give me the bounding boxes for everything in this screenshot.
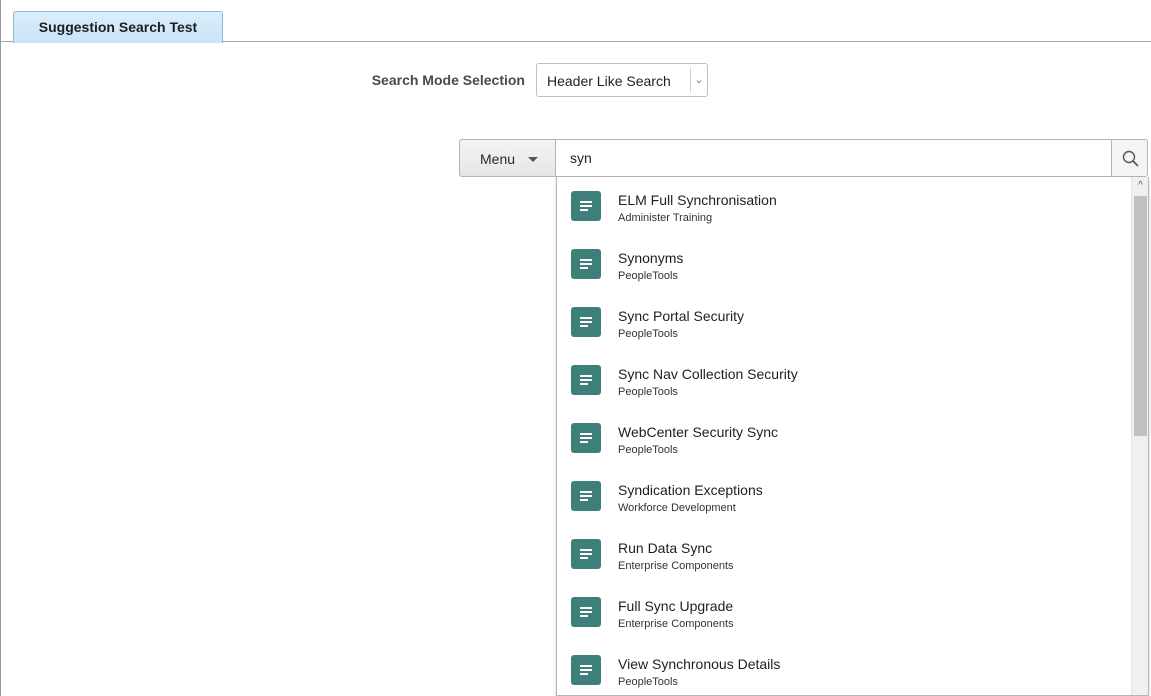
suggestion-subtitle: PeopleTools bbox=[618, 676, 678, 688]
suggestion-title: WebCenter Security Sync bbox=[618, 424, 779, 440]
suggestion-title: Synonyms bbox=[618, 250, 684, 266]
search-icon bbox=[1122, 150, 1139, 167]
search-mode-label: Search Mode Selection bbox=[371, 72, 525, 88]
menu-item-icon bbox=[571, 481, 601, 511]
suggestion-title: Run Data Sync bbox=[618, 540, 713, 556]
menu-item-icon bbox=[571, 539, 601, 569]
menu-item-icon bbox=[571, 249, 601, 279]
search-mode-select[interactable]: Header Like Search ⌄ bbox=[536, 63, 708, 97]
caret-down-icon bbox=[528, 157, 538, 162]
suggestion-item[interactable]: Sync Nav Collection Security PeopleTools bbox=[557, 351, 1131, 409]
suggestion-title: Syndication Exceptions bbox=[618, 482, 763, 498]
suggestion-item[interactable]: ELM Full Synchronisation Administer Trai… bbox=[557, 177, 1131, 235]
page-frame: Suggestion Search Test Search Mode Selec… bbox=[0, 0, 1151, 696]
scroll-thumb[interactable] bbox=[1134, 196, 1147, 436]
suggestion-subtitle: PeopleTools bbox=[618, 444, 678, 456]
suggestion-item[interactable]: View Synchronous Details PeopleTools bbox=[557, 641, 1131, 695]
search-input[interactable] bbox=[556, 139, 1112, 177]
suggestion-item[interactable]: WebCenter Security Sync PeopleTools bbox=[557, 409, 1131, 467]
menu-item-icon bbox=[571, 423, 601, 453]
search-mode-selected-value: Header Like Search bbox=[547, 73, 671, 89]
suggestion-subtitle: PeopleTools bbox=[618, 270, 678, 282]
suggestion-subtitle: PeopleTools bbox=[618, 386, 678, 398]
chevron-down-icon[interactable]: ⌄ bbox=[690, 67, 707, 93]
scroll-up-arrow-icon[interactable]: ^ bbox=[1132, 179, 1148, 193]
suggestion-title: View Synchronous Details bbox=[618, 656, 781, 672]
suggestion-item[interactable]: Full Sync Upgrade Enterprise Components bbox=[557, 583, 1131, 641]
suggestion-item[interactable]: Synonyms PeopleTools bbox=[557, 235, 1131, 293]
tab-suggestion-search-test[interactable]: Suggestion Search Test bbox=[13, 11, 223, 43]
menu-button[interactable]: Menu bbox=[459, 139, 556, 177]
menu-item-icon bbox=[571, 365, 601, 395]
suggestion-title: Sync Portal Security bbox=[618, 308, 745, 324]
suggestion-subtitle: Workforce Development bbox=[618, 502, 736, 514]
suggestion-title: ELM Full Synchronisation bbox=[618, 192, 777, 208]
tab-strip: Suggestion Search Test bbox=[1, 0, 1151, 43]
menu-item-icon bbox=[571, 307, 601, 337]
suggestion-subtitle: Administer Training bbox=[618, 212, 713, 224]
menu-item-icon bbox=[571, 597, 601, 627]
suggestion-item[interactable]: Sync Portal Security PeopleTools bbox=[557, 293, 1131, 351]
suggestion-item[interactable]: Run Data Sync Enterprise Components bbox=[557, 525, 1131, 583]
menu-item-icon bbox=[571, 191, 601, 221]
suggestion-subtitle: PeopleTools bbox=[618, 328, 678, 340]
suggestion-subtitle: Enterprise Components bbox=[618, 618, 734, 630]
suggestion-title: Sync Nav Collection Security bbox=[618, 366, 798, 382]
scrollbar[interactable]: ^ bbox=[1131, 177, 1148, 695]
suggestion-title: Full Sync Upgrade bbox=[618, 598, 734, 614]
menu-item-icon bbox=[571, 655, 601, 685]
menu-button-label: Menu bbox=[480, 151, 516, 167]
suggestion-subtitle: Enterprise Components bbox=[618, 560, 734, 572]
search-button[interactable] bbox=[1111, 139, 1148, 177]
suggestions-dropdown: ELM Full Synchronisation Administer Trai… bbox=[556, 177, 1149, 696]
suggestion-item[interactable]: Syndication Exceptions Workforce Develop… bbox=[557, 467, 1131, 525]
